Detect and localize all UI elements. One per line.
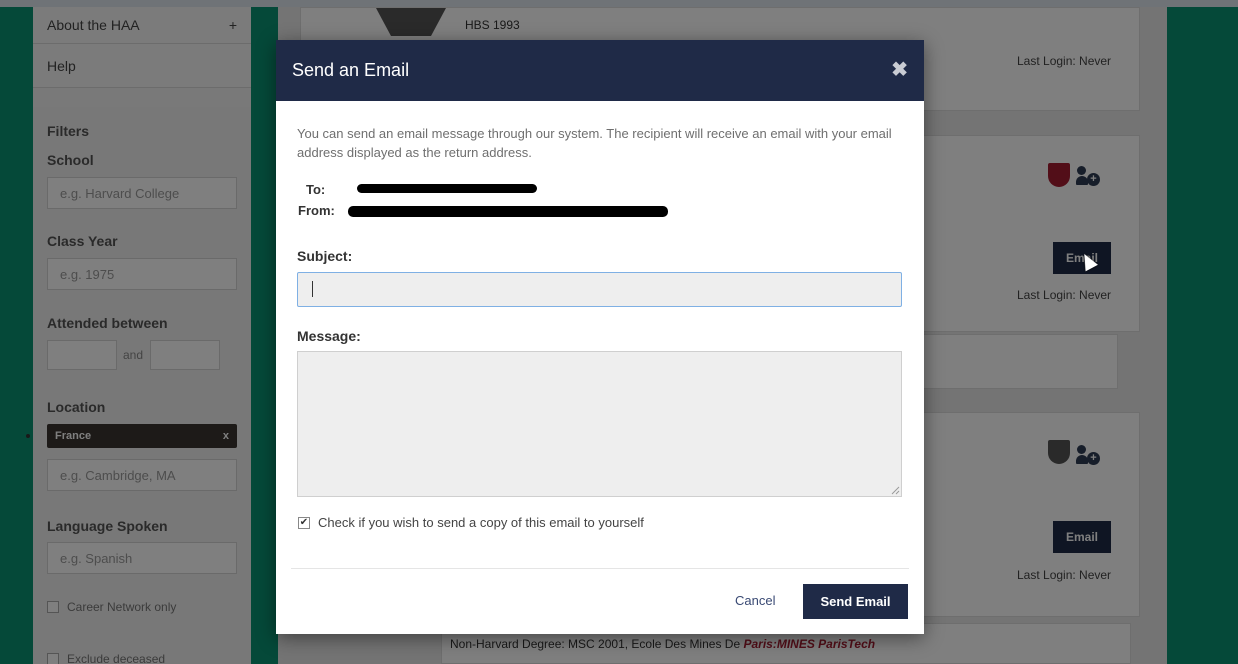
send-email-modal: Send an Email ✖ You can send an email me… xyxy=(276,40,924,634)
modal-title: Send an Email xyxy=(292,60,410,80)
subject-label: Subject: xyxy=(297,248,353,264)
message-textarea[interactable] xyxy=(297,351,902,497)
text-caret xyxy=(312,281,313,297)
subject-input[interactable] xyxy=(297,272,902,307)
to-label: To: xyxy=(306,182,326,197)
checkbox-checked-icon: ✔ xyxy=(298,516,310,529)
send-email-button[interactable]: Send Email xyxy=(803,584,908,619)
message-label: Message: xyxy=(297,328,361,344)
send-copy-checkbox[interactable]: ✔ Check if you wish to send a copy of th… xyxy=(298,515,644,530)
from-label: From: xyxy=(298,203,335,218)
send-copy-label: Check if you wish to send a copy of this… xyxy=(318,515,644,530)
resize-grip-icon[interactable] xyxy=(890,485,900,495)
close-icon[interactable]: ✖ xyxy=(891,57,908,82)
recipient-redacted xyxy=(357,184,537,193)
cancel-button[interactable]: Cancel xyxy=(735,593,775,608)
sender-redacted xyxy=(348,206,668,217)
modal-footer-divider xyxy=(291,568,909,569)
modal-header: Send an Email ✖ xyxy=(276,40,924,101)
modal-intro-text: You can send an email message through ou… xyxy=(297,126,892,160)
